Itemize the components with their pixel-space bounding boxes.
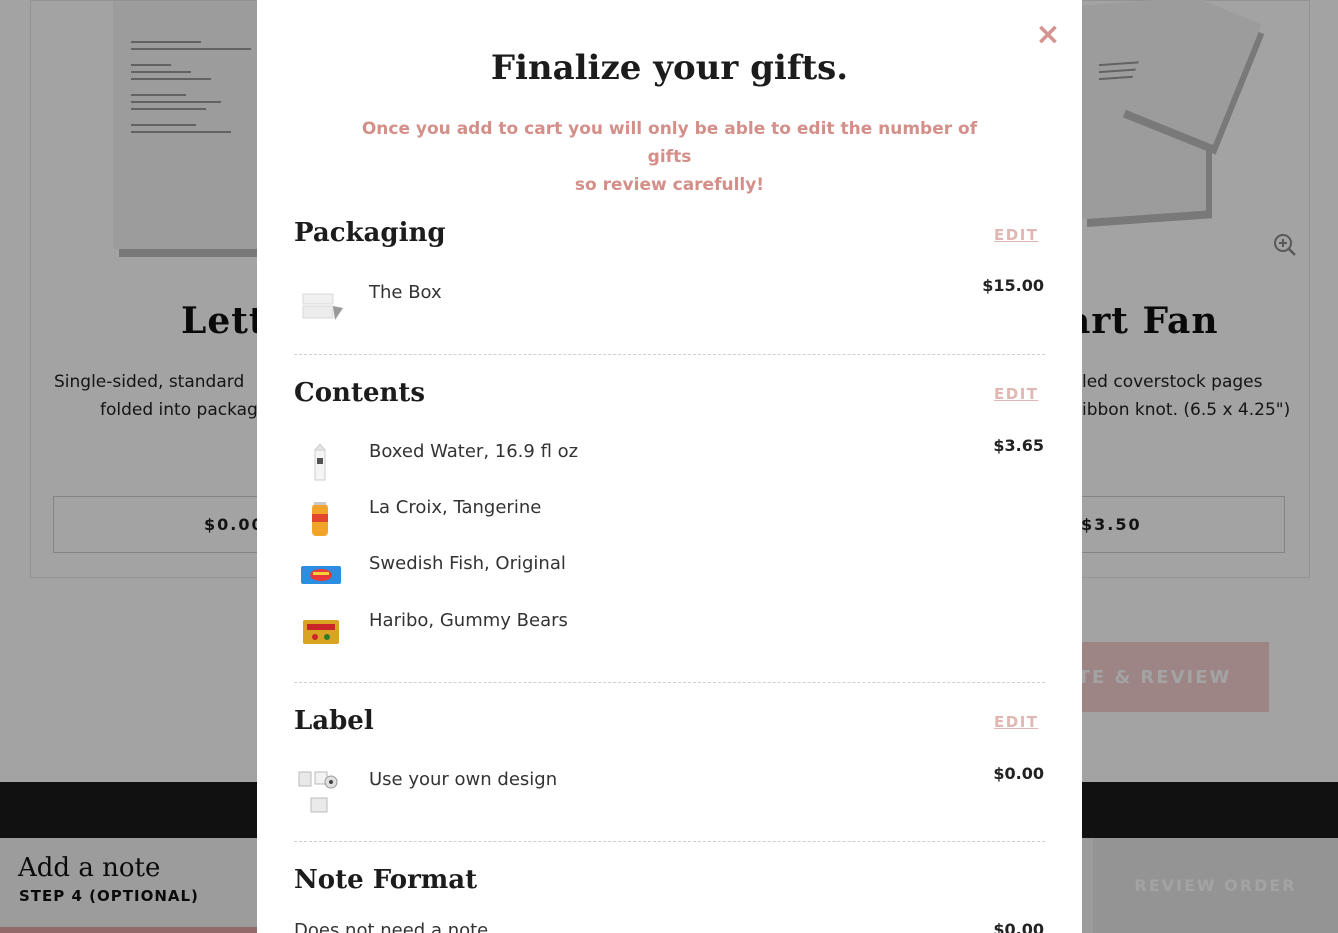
section-title-contents: Contents <box>294 378 426 408</box>
section-title-label: Label <box>294 706 374 736</box>
edit-packaging-link[interactable]: EDIT <box>994 226 1039 244</box>
modal-title: Finalize your gifts. <box>490 48 849 88</box>
section-divider <box>294 354 1045 355</box>
section-divider <box>294 682 1045 683</box>
note-format-item-name: Does not need a note <box>294 920 489 933</box>
contents-item-name: Boxed Water, 16.9 fl oz <box>369 441 579 462</box>
modal-subtitle: Once you add to cart you will only be ab… <box>361 119 978 195</box>
edit-label-link[interactable]: EDIT <box>994 713 1039 731</box>
water-carton-icon <box>313 443 327 481</box>
packaging-item-price: $15.00 <box>982 276 1044 295</box>
section-title-packaging: Packaging <box>294 218 446 248</box>
contents-item-name: Haribo, Gummy Bears <box>369 610 568 631</box>
label-item-price: $0.00 <box>993 764 1044 783</box>
section-title-note-format: Note Format <box>294 865 478 895</box>
gummy-bag-icon <box>303 620 339 644</box>
contents-item-name: La Croix, Tangerine <box>369 497 542 518</box>
label-design-icon <box>298 771 338 813</box>
close-icon[interactable]: × <box>1035 20 1061 50</box>
contents-item-name: Swedish Fish, Original <box>369 553 566 574</box>
packaging-item-name: The Box <box>369 282 442 303</box>
soda-can-icon <box>312 502 328 536</box>
box-icon <box>302 293 343 320</box>
candy-bag-icon <box>301 566 341 584</box>
section-divider <box>294 841 1045 842</box>
edit-contents-link[interactable]: EDIT <box>994 385 1039 403</box>
finalize-gifts-modal: Finalize your gifts. Once you add to car… <box>257 0 1082 933</box>
label-item-name: Use your own design <box>369 769 558 790</box>
contents-price: $3.65 <box>993 436 1044 455</box>
note-format-item-price: $0.00 <box>993 920 1044 933</box>
